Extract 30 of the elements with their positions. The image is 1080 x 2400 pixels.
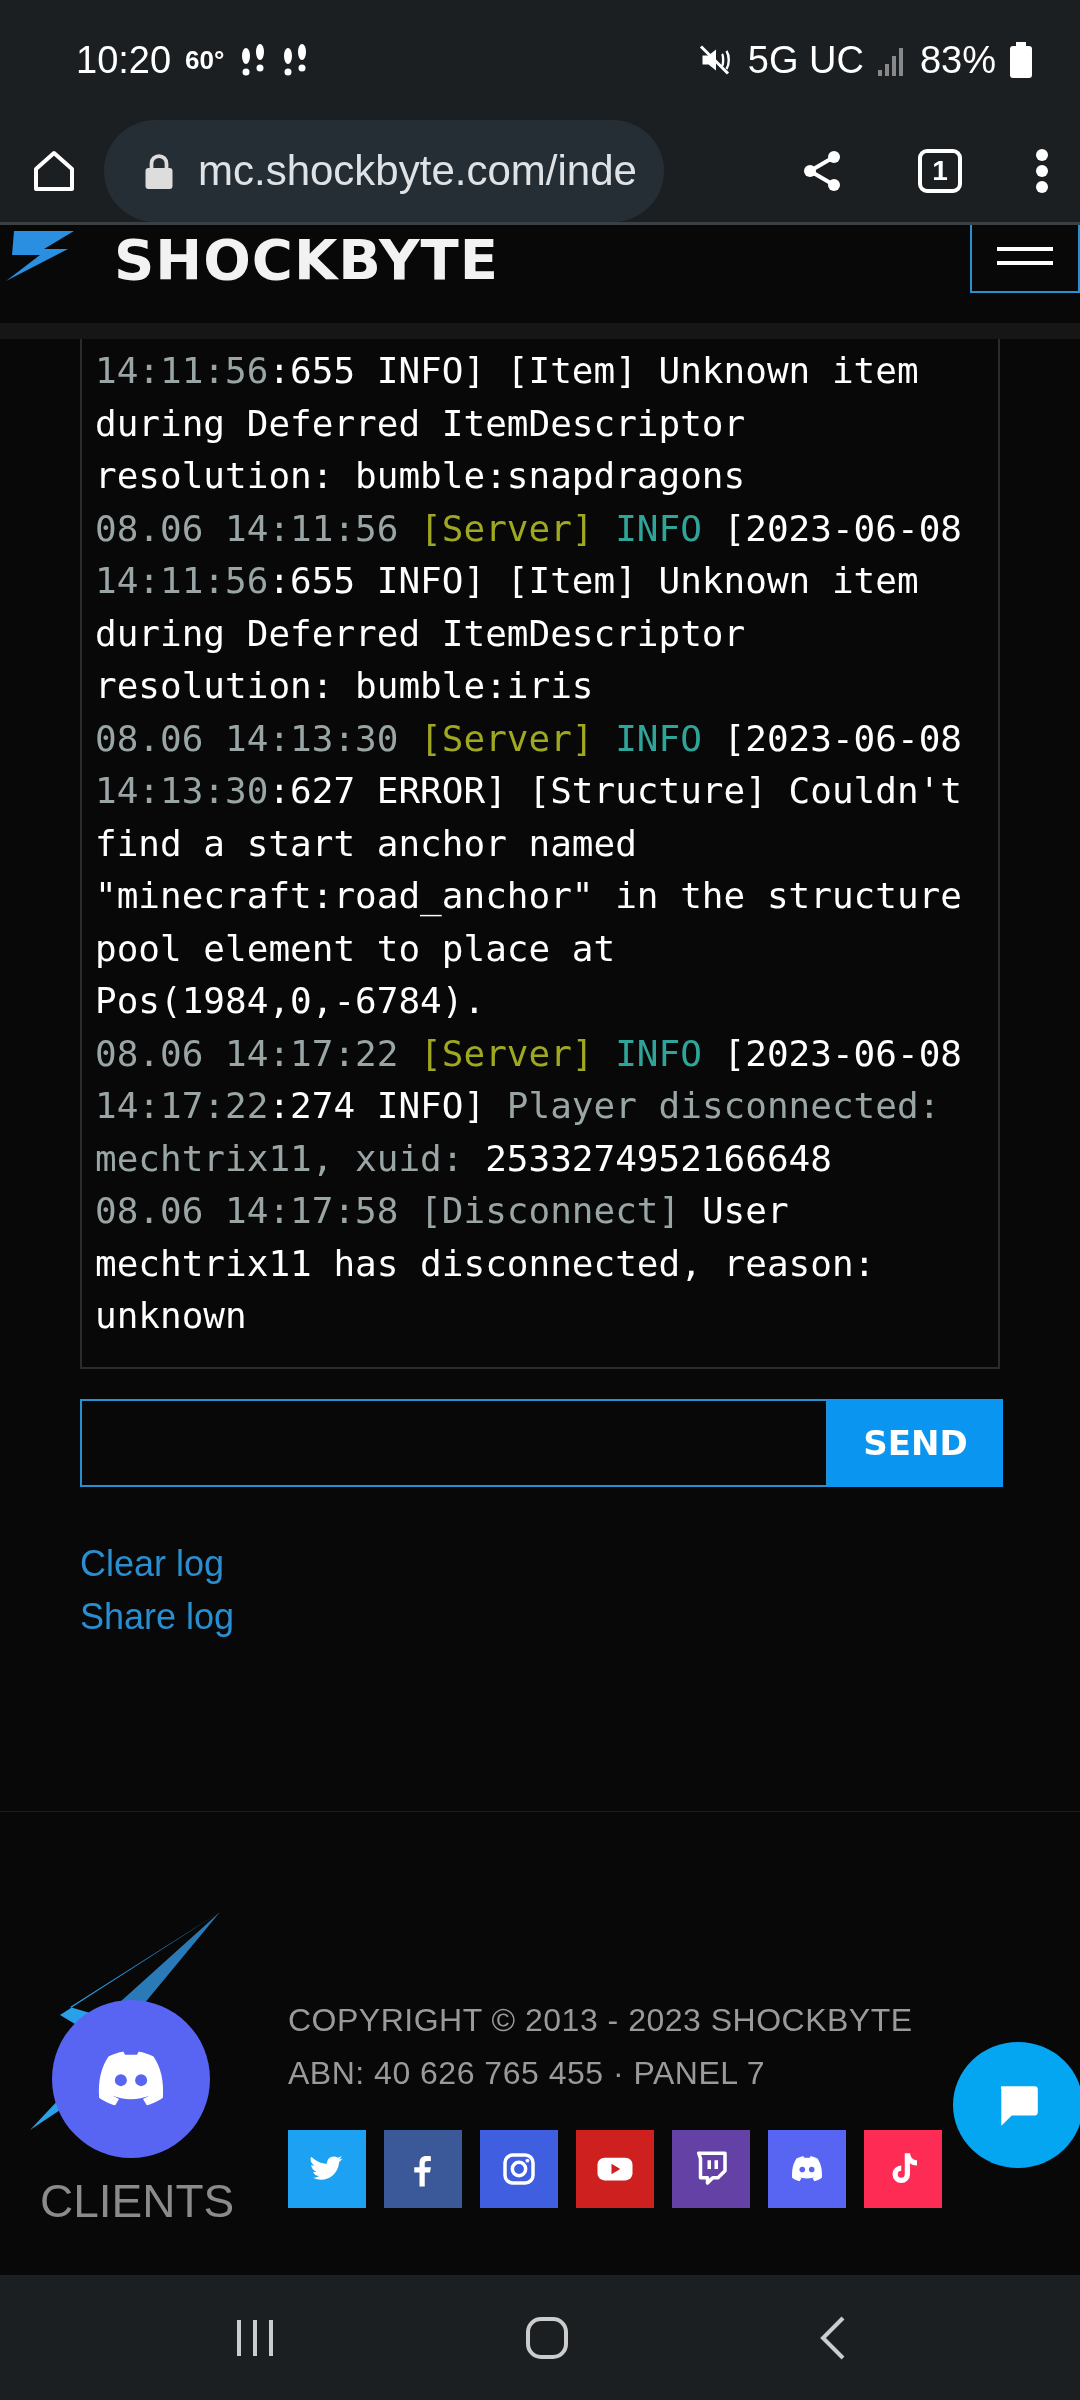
log-line: 08.06 14:17:58 [Disconnect] User mechtrix11 has disconnected, reason: unknown xyxy=(95,1189,877,1338)
network-label: 5G UC xyxy=(747,38,864,82)
social-link[interactable] xyxy=(384,2130,462,2208)
clock: 10:20 xyxy=(76,38,172,82)
clients-label: CLIENTS xyxy=(40,2174,235,2228)
social-link[interactable] xyxy=(480,2130,558,2208)
copyright-text: COPYRIGHT © 2013 - 2023 SHOCKBYTE xyxy=(288,2001,914,2040)
social-link[interactable] xyxy=(672,2130,750,2208)
social-link[interactable] xyxy=(576,2130,654,2208)
command-input[interactable] xyxy=(80,1399,828,1487)
lock-icon xyxy=(144,153,174,189)
log-line: 14:11:56:655 INFO] [Item] Unknown item during Deferred ItemDescriptor resolution: bumble:snapdragons xyxy=(95,349,920,498)
more-icon[interactable] xyxy=(1034,147,1050,195)
battery-percent: 83% xyxy=(919,38,996,82)
company-number: ABN: 40 626 765 455 · PANEL 7 xyxy=(288,2054,766,2093)
tab-count[interactable]: 1 xyxy=(918,149,962,193)
social-link[interactable] xyxy=(768,2130,846,2208)
log-link[interactable]: Clear log xyxy=(80,1537,225,1590)
menu-button[interactable] xyxy=(970,225,1080,293)
brand-name: SHOCKBYTE xyxy=(114,229,499,291)
address-bar[interactable]: mc.shockbyte.com/inde xyxy=(104,120,664,222)
log-link[interactable]: Share log xyxy=(80,1590,235,1643)
send-button[interactable]: SEND xyxy=(828,1399,1003,1487)
log-line: 08.06 14:17:22 [Server] INFO [2023-06-08 14:17:22:274 INFO] Player disconnected: mechtrix11, xuid: 2533274952166648 xyxy=(95,1031,963,1181)
social-link[interactable] xyxy=(864,2130,942,2208)
battery-icon xyxy=(1010,42,1032,78)
log-line: 08.06 14:11:56 [Server] INFO [2023-06-08 14:11:56:655 INFO] [Item] Unknown item during Deferred ItemDescriptor resolution: bumble:iris xyxy=(95,506,963,708)
log-line: 08.06 14:13:30 [Server] INFO [2023-06-08 14:13:30:627 ERROR] [Structure] Couldn't find a start anchor named "minecraft:road_anchor" in the structure pool element to place at Pos(1984,0,-6784). xyxy=(95,716,963,1023)
temperature: 60° xyxy=(185,44,225,76)
home-button-icon[interactable] xyxy=(524,2314,570,2361)
